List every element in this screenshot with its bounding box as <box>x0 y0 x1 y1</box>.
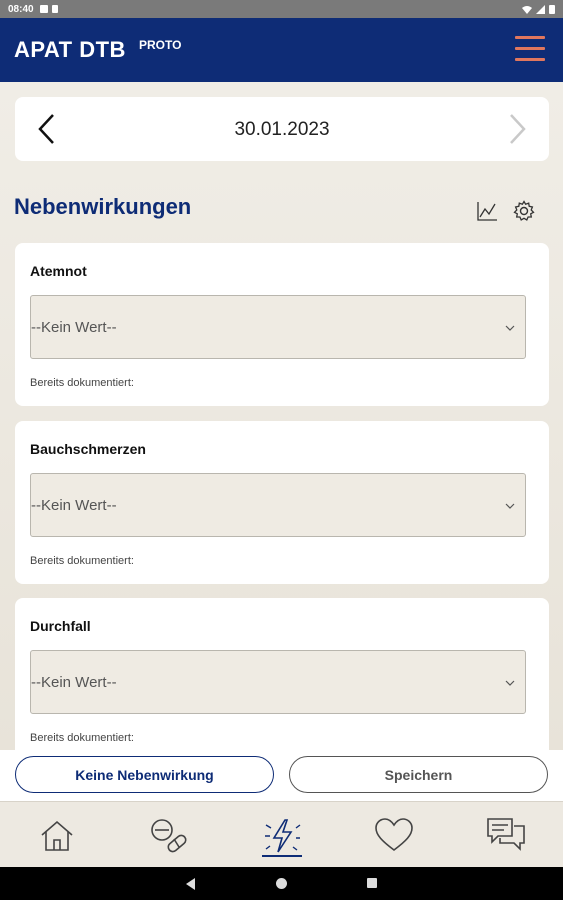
home-icon[interactable] <box>37 816 77 856</box>
chevron-right-icon[interactable] <box>505 113 529 145</box>
action-bar: Keine Nebenwirkung Speichern <box>0 750 563 801</box>
app-badge: PROTO <box>139 38 182 52</box>
documented-label: Bereits dokumentiert: <box>30 732 134 744</box>
app-title: APAT DTB <box>14 37 126 62</box>
chevron-down-icon <box>505 325 515 331</box>
pills-icon[interactable] <box>149 816 189 856</box>
side-effect-select[interactable]: --Kein Wert-- <box>30 295 526 359</box>
documented-label: Bereits dokumentiert: <box>30 555 134 567</box>
side-effect-select[interactable]: --Kein Wert-- <box>30 473 526 537</box>
lightning-icon[interactable] <box>262 816 302 856</box>
chat-icon[interactable] <box>486 816 526 856</box>
current-date: 30.01.2023 <box>234 119 330 140</box>
heart-icon[interactable] <box>374 816 414 856</box>
no-side-effect-button[interactable]: Keine Nebenwirkung <box>15 756 274 793</box>
date-navigator: 30.01.2023 <box>15 97 549 161</box>
side-effect-select[interactable]: --Kein Wert-- <box>30 650 526 714</box>
status-bar: 08:40 <box>0 0 563 18</box>
select-value: --Kein Wert-- <box>31 674 117 691</box>
sim-card-icon <box>51 5 58 13</box>
wifi-icon <box>522 5 532 14</box>
status-time: 08:40 <box>8 3 34 15</box>
signal-icon <box>536 4 545 14</box>
status-system-icons <box>522 4 555 14</box>
side-effect-card: Bauchschmerzen --Kein Wert-- Bereits dok… <box>15 421 549 584</box>
battery-icon <box>549 5 555 14</box>
system-nav-bar <box>0 867 563 900</box>
side-effect-label: Durchfall <box>30 618 91 634</box>
system-back-icon[interactable] <box>186 878 195 890</box>
side-effect-card: Atemnot --Kein Wert-- Bereits dokumentie… <box>15 243 549 406</box>
chevron-down-icon <box>505 503 515 509</box>
gear-icon[interactable] <box>513 200 535 222</box>
system-home-icon[interactable] <box>276 878 287 889</box>
chevron-down-icon <box>505 680 515 686</box>
side-effect-label: Atemnot <box>30 263 87 279</box>
status-notification-icons <box>39 5 58 13</box>
line-chart-icon[interactable] <box>476 200 498 222</box>
page-title: Nebenwirkungen <box>14 194 192 219</box>
system-recents-icon[interactable] <box>367 878 377 888</box>
main-content[interactable]: 30.01.2023 Nebenwirkungen Atemnot --Kein… <box>0 82 563 750</box>
notification-icon <box>39 5 48 13</box>
select-value: --Kein Wert-- <box>31 497 117 514</box>
documented-label: Bereits dokumentiert: <box>30 377 134 389</box>
hamburger-menu-icon[interactable] <box>515 36 545 62</box>
bottom-nav <box>0 801 563 867</box>
side-effect-card: Durchfall --Kein Wert-- Bereits dokument… <box>15 598 549 750</box>
active-tab-indicator <box>262 855 302 857</box>
side-effect-label: Bauchschmerzen <box>30 441 146 457</box>
select-value: --Kein Wert-- <box>31 319 117 336</box>
app-bar: APAT DTB PROTO <box>0 18 563 82</box>
save-button[interactable]: Speichern <box>289 756 548 793</box>
